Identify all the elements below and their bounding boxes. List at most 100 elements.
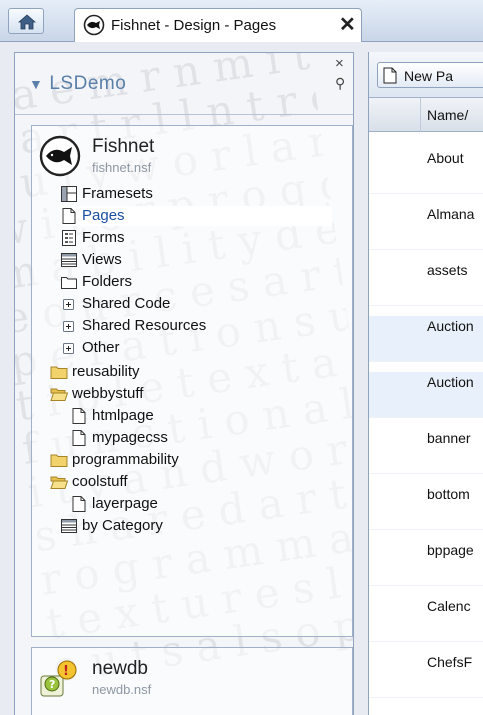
- navigator-title[interactable]: ▼ LSDemo: [29, 73, 126, 95]
- table-row[interactable]: About: [369, 148, 483, 194]
- table-row[interactable]: banner: [369, 428, 483, 474]
- database-fishnet: Fishnet fishnet.nsf Framesets Pages Forms V…: [31, 125, 353, 637]
- tree-item-label: Other: [82, 339, 120, 356]
- page-name-cell: banner: [427, 430, 471, 446]
- home-button[interactable]: [8, 8, 44, 34]
- page-name-cell: Calenc: [427, 598, 471, 614]
- tree-item-folders[interactable]: Folders: [60, 272, 320, 292]
- database-filename: newdb.nsf: [92, 682, 152, 697]
- frameset-icon: [60, 185, 78, 203]
- tree-item-label: coolstuff: [72, 473, 128, 490]
- svg-text:?: ?: [49, 678, 55, 691]
- expand-icon: [60, 317, 78, 335]
- table-row[interactable]: bottom: [369, 484, 483, 530]
- page-icon: [70, 407, 88, 425]
- folder-icon: [50, 363, 68, 381]
- database-name[interactable]: newdb: [92, 658, 148, 680]
- expand-icon: [60, 339, 78, 357]
- database-newdb: ? ! newdb newdb.nsf: [31, 647, 353, 715]
- tree-item-by-category[interactable]: by Category: [60, 516, 320, 536]
- table-row[interactable]: Auction: [369, 372, 483, 418]
- expand-icon: [60, 295, 78, 313]
- home-icon: [18, 14, 36, 30]
- database-name[interactable]: Fishnet: [92, 136, 154, 158]
- tree-item-label: htmlpage: [92, 407, 154, 424]
- tree-item-mypagecss[interactable]: mypagecss: [70, 428, 330, 448]
- tab-bar: Fishnet - Design - Pages ✕: [0, 0, 483, 42]
- tree-item-shared-resources[interactable]: Shared Resources: [60, 316, 320, 336]
- tree-item-webbystuff[interactable]: webbystuff: [50, 384, 310, 404]
- navigator-title-label: LSDemo: [49, 73, 127, 94]
- tree-item-coolstuff[interactable]: coolstuff: [50, 472, 310, 492]
- table-row[interactable]: ChefsF: [369, 652, 483, 698]
- page-name-cell: ChefsF: [427, 654, 473, 670]
- tree-item-label: layerpage: [92, 495, 158, 512]
- page-name-cell: bottom: [427, 486, 470, 502]
- new-page-icon: [383, 67, 397, 84]
- tree-item-label: Pages: [82, 207, 125, 224]
- folder-open-icon: [50, 385, 69, 403]
- tree-item-label: by Category: [82, 517, 163, 534]
- folder-open-icon: [50, 473, 69, 491]
- close-navigator-icon[interactable]: ×: [335, 55, 344, 72]
- tree-item-label: Views: [82, 251, 122, 268]
- page-icon: [70, 495, 88, 513]
- tree-item-other[interactable]: Other: [60, 338, 320, 358]
- fishnet-db-icon: [83, 14, 105, 36]
- svg-text:!: !: [63, 664, 69, 679]
- tree-item-label: Shared Resources: [82, 317, 207, 334]
- tree-item-htmlpage[interactable]: htmlpage: [70, 406, 330, 426]
- tree-item-label: mypagecss: [92, 429, 168, 446]
- view-icon: [60, 251, 78, 269]
- folder-outline-icon: [60, 273, 78, 291]
- page-name-cell: Almana: [427, 206, 475, 222]
- tab-fishnet-design-pages[interactable]: Fishnet - Design - Pages ✕: [74, 8, 362, 42]
- page-name-cell: assets: [427, 262, 468, 278]
- tree-item-layerpage[interactable]: layerpage: [70, 494, 330, 514]
- fishnet-db-icon: [39, 135, 81, 177]
- page-icon: [60, 207, 78, 225]
- new-page-label: New Pa: [404, 68, 454, 84]
- tree-item-reusability[interactable]: reusability: [50, 362, 310, 382]
- close-tab-icon[interactable]: ✕: [339, 12, 356, 37]
- table-row[interactable]: Almana: [369, 204, 483, 250]
- new-page-button[interactable]: New Pa: [377, 62, 483, 88]
- column-gutter: [369, 98, 421, 132]
- folder-icon: [50, 451, 68, 469]
- pages-list-panel: New Pa Name/ About Almana assets Auction Auc…: [368, 52, 483, 715]
- navigator-header: ▼ LSDemo × ⚲: [15, 53, 353, 115]
- tree-item-label: Framesets: [82, 185, 153, 202]
- tree-item-label: Folders: [82, 273, 133, 290]
- table-row[interactable]: bppage: [369, 540, 483, 586]
- tree-item-framesets[interactable]: Framesets: [60, 184, 320, 204]
- page-icon: [70, 429, 88, 447]
- tree-item-label: reusability: [72, 363, 140, 380]
- tree-item-label: Forms: [82, 229, 125, 246]
- collapse-triangle-icon[interactable]: ▼: [29, 76, 43, 92]
- design-navigator: a a e m r n m i t p r tp a r t r l l n t…: [14, 52, 354, 715]
- tree-item-programmability[interactable]: programmability: [50, 450, 310, 470]
- table-row[interactable]: Auction: [369, 316, 483, 362]
- database-filename: fishnet.nsf: [92, 160, 152, 175]
- newdb-icon: ? !: [40, 660, 77, 697]
- pin-icon[interactable]: ⚲: [335, 75, 345, 92]
- page-name-cell: bppage: [427, 542, 474, 558]
- action-toolbar: New Pa: [369, 52, 483, 98]
- tab-title: Fishnet - Design - Pages: [111, 17, 277, 34]
- table-row[interactable]: Calenc: [369, 596, 483, 642]
- column-header-label: Name/: [427, 107, 469, 123]
- table-row[interactable]: assets: [369, 260, 483, 306]
- page-name-cell: Auction: [427, 374, 474, 390]
- column-header-name[interactable]: Name/: [369, 98, 483, 132]
- view-icon: [60, 517, 78, 535]
- tree-item-label: Shared Code: [82, 295, 171, 312]
- tree-item-shared-code[interactable]: Shared Code: [60, 294, 320, 314]
- tree-item-label: webbystuff: [72, 385, 144, 402]
- tree-item-forms[interactable]: Forms: [60, 228, 320, 248]
- tree-item-pages[interactable]: Pages: [60, 206, 332, 226]
- tree-item-views[interactable]: Views: [60, 250, 320, 270]
- page-name-cell: About: [427, 150, 464, 166]
- form-icon: [60, 229, 78, 247]
- tree-item-label: programmability: [72, 451, 179, 468]
- page-name-cell: Auction: [427, 318, 474, 334]
